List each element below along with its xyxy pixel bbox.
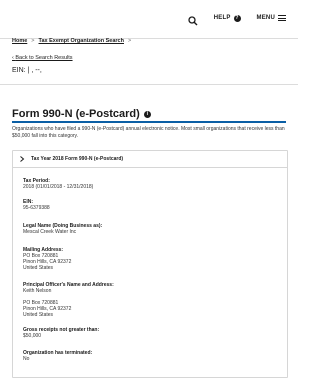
breadcrumb-separator-icon: > <box>31 38 35 44</box>
mailing-address-field: Mailing Address: PO Box 720881 Pinon Hil… <box>23 247 71 271</box>
info-icon[interactable]: i <box>143 110 151 118</box>
tax-period-field: Tax Period: 2018 (01/01/2018 - 12/31/201… <box>23 178 93 190</box>
gross-receipts-field: Gross receipts not greater than: $50,000 <box>23 327 99 339</box>
help-icon: ? <box>233 14 241 22</box>
menu-label: MENU <box>256 15 275 21</box>
principal-officer-line3: United States <box>23 312 54 318</box>
breadcrumb: Home > Tax Exempt Organization Search > <box>12 38 131 44</box>
legal-name-value: Mescal Creek Water Inc <box>23 229 77 235</box>
page-title: Form 990-N (e-Postcard) i <box>12 108 151 120</box>
site-header: HELP ? MENU <box>0 0 298 39</box>
breadcrumb-home[interactable]: Home <box>12 38 27 44</box>
menu-button[interactable]: MENU <box>257 15 286 21</box>
search-icon[interactable] <box>188 13 198 26</box>
form-description: Organizations who have filed a 990-N (e-… <box>12 126 285 139</box>
principal-officer-field: Principal Officer's Name and Address: Ke… <box>23 282 114 318</box>
divider <box>0 84 298 85</box>
search-icon-svg <box>188 16 198 26</box>
ein-summary: EIN: | , --, <box>12 67 42 74</box>
back-link-label: Back to Search Results <box>15 55 73 61</box>
breadcrumb-separator-icon: > <box>127 38 132 44</box>
mailing-address-line3: United States <box>23 265 54 271</box>
ein-field: EIN: 95-6379388 <box>23 199 50 211</box>
header-tools: HELP ? MENU <box>188 13 286 26</box>
gross-receipts-value: $50,000 <box>23 333 42 339</box>
title-underline <box>12 121 286 123</box>
principal-officer-name: Keith Nelson <box>23 288 52 294</box>
accordion-title: Tax Year 2018 Form 990-N (e-Postcard) <box>31 156 124 162</box>
ein-value: 95-6379388 <box>23 205 50 211</box>
hamburger-icon <box>278 15 286 21</box>
terminated-field: Organization has terminated: No <box>23 350 92 362</box>
tax-period-value: 2018 (01/01/2018 - 12/31/2018) <box>23 184 94 190</box>
page-title-text: Form 990-N (e-Postcard) <box>12 108 140 120</box>
help-label: HELP <box>213 15 231 21</box>
terminated-value: No <box>23 356 30 362</box>
back-to-results-link[interactable]: ‹ Back to Search Results <box>12 55 73 61</box>
terminated-label: Organization has terminated: <box>23 350 93 356</box>
accordion-toggle[interactable]: Tax Year 2018 Form 990-N (e-Postcard) <box>13 151 287 168</box>
legal-name-field: Legal Name (Doing Business as): Mescal C… <box>23 223 102 235</box>
help-button[interactable]: HELP ? <box>213 14 241 22</box>
breadcrumb-tax-exempt-search[interactable]: Tax Exempt Organization Search <box>39 38 124 44</box>
chevron-right-icon <box>19 156 25 162</box>
filing-accordion: Tax Year 2018 Form 990-N (e-Postcard) Ta… <box>12 150 288 378</box>
